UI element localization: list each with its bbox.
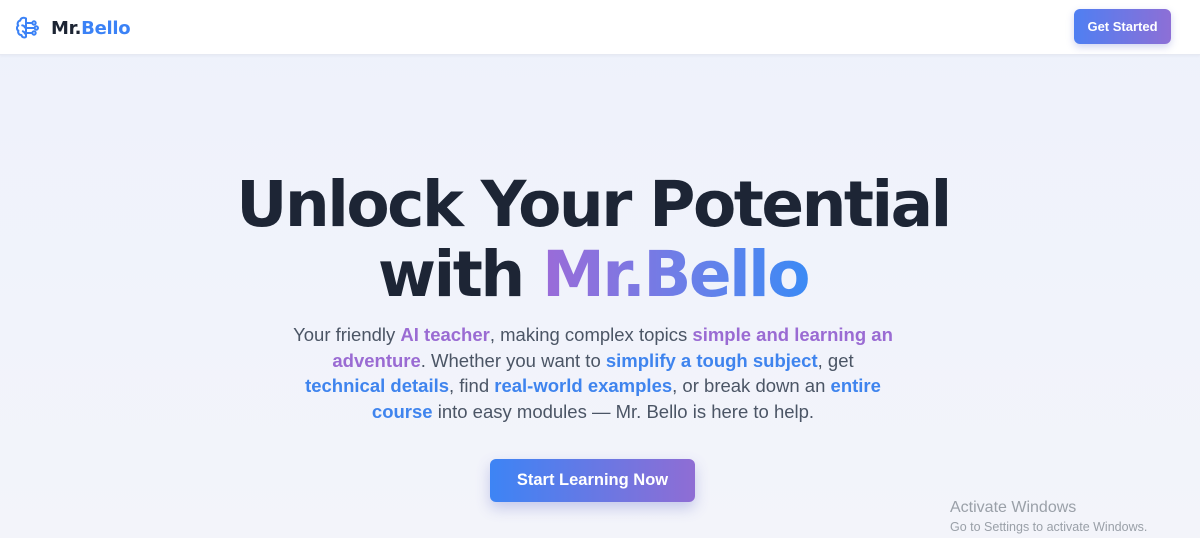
brand-name: Mr.Bello: [51, 17, 131, 39]
hero-title-prefix: with: [377, 238, 543, 311]
get-started-button[interactable]: Get Started: [1074, 9, 1171, 44]
brain-icon: [15, 16, 39, 39]
desc-text: , get: [817, 349, 854, 371]
watermark-subtitle: Go to Settings to activate Windows.: [950, 520, 1148, 534]
desc-highlight-real-world: real-world examples: [494, 375, 673, 396]
desc-text: , or break down an: [672, 375, 831, 396]
desc-text: , find: [449, 375, 495, 396]
hero-title: Unlock Your Potential with Mr.Bello: [0, 170, 1186, 310]
desc-highlight-simplify: simplify a tough subject: [605, 349, 818, 371]
desc-text: into easy modules — Mr. Bello is here to…: [432, 400, 815, 422]
desc-highlight-ai-teacher: AI teacher: [400, 324, 490, 345]
top-navbar: Mr.Bello Get Started: [0, 0, 1200, 55]
brand-name-suffix: Bello: [81, 17, 131, 39]
hero-title-highlight: Mr.Bello: [542, 238, 810, 311]
hero-description: Your friendly AI teacher, making complex…: [290, 322, 896, 424]
desc-highlight-technical: technical details: [305, 375, 450, 396]
desc-text: Your friendly: [293, 324, 401, 345]
desc-text: . Whether you want to: [420, 349, 606, 371]
brand-name-prefix: Mr.: [51, 17, 82, 39]
start-learning-button[interactable]: Start Learning Now: [490, 459, 695, 502]
windows-activation-watermark: Activate Windows Go to Settings to activ…: [950, 498, 1147, 536]
hero-title-line1: Unlock Your Potential: [236, 168, 952, 241]
brand-logo[interactable]: Mr.Bello: [14, 13, 131, 43]
desc-text: , making complex topics: [489, 324, 693, 345]
watermark-title: Activate Windows: [950, 499, 1077, 516]
